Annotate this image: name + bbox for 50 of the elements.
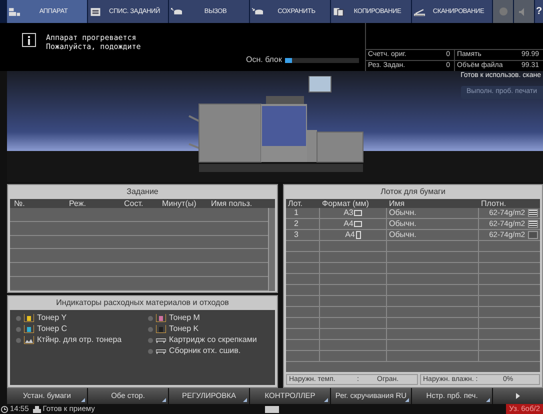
sound-button[interactable]: [514, 0, 534, 23]
table-cell: Обычн.: [387, 219, 479, 229]
globe-icon: [498, 7, 508, 16]
disk-stack-icon: [252, 8, 263, 16]
column-header: Формат (мм): [321, 199, 370, 208]
jobs-title: Задание: [126, 186, 160, 198]
portrait-paper-icon: [356, 231, 361, 239]
machine-icon: [9, 8, 20, 16]
scanner-icon: [414, 8, 425, 16]
column-header: Плотн.: [480, 199, 508, 208]
table-cell: 1: [286, 208, 320, 218]
consumable-label: Тонер Y: [37, 312, 67, 324]
table-cell: Обычн.: [387, 208, 479, 218]
column-header: Имя польз.: [211, 199, 254, 208]
column-header: Сост.: [124, 199, 144, 208]
table-cell: 3: [286, 230, 320, 240]
clock-icon: [1, 406, 8, 412]
table-cell: Обычн.: [387, 230, 479, 240]
scrollbar[interactable]: [268, 208, 275, 291]
consumable-label: Тонер M: [169, 312, 200, 324]
consumable-label: Тонер C: [37, 323, 68, 335]
main-unit-label: Осн. блок: [246, 54, 282, 66]
tray-title: Лоток для бумаги: [380, 186, 446, 198]
column-header: Минут(ы): [162, 199, 198, 208]
table-cell: A4: [345, 230, 355, 240]
table-cell: 2: [286, 219, 320, 229]
consumable-label: Ктйнр. для отр. тонера: [37, 334, 122, 346]
table-cell: A4: [344, 219, 354, 229]
info-icon: [22, 33, 36, 47]
arrow-right-icon: [516, 393, 520, 399]
consumable-label: Сборник отх. сшив.: [169, 345, 241, 357]
keyboard-icon: [264, 406, 279, 412]
waste-box-icon: [24, 336, 34, 344]
column-header: Лот.: [287, 199, 304, 208]
help-button[interactable]: ?: [535, 0, 543, 23]
stapler-icon: [156, 337, 166, 343]
copy-icon: [333, 8, 344, 16]
column-header: Имя: [388, 199, 406, 208]
list-icon: [90, 8, 101, 16]
consumables-title: Индикаторы расходных материалов и отходов: [55, 297, 230, 309]
consumable-label: Картридж со скрепками: [169, 334, 257, 346]
table-cell: A3: [344, 208, 354, 218]
stapler-icon: [156, 348, 166, 354]
consumable-label: Тонер K: [169, 323, 199, 335]
column-header: №.: [13, 199, 26, 208]
next-button[interactable]: [493, 388, 543, 404]
disk-stack-icon: [171, 8, 182, 16]
column-header: Реж.: [69, 199, 87, 208]
printer-icon: [32, 406, 41, 412]
globe-button[interactable]: [493, 0, 513, 23]
